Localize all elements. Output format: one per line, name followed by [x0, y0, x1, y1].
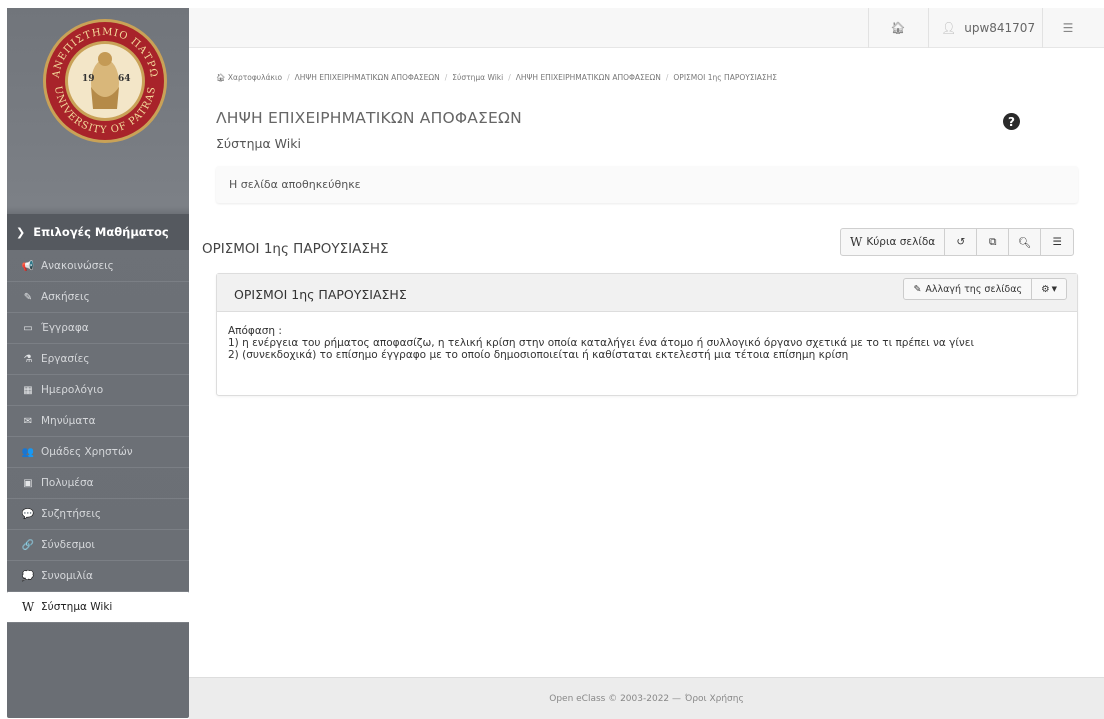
envelope-icon: ✉: [23, 415, 33, 427]
course-menu-label: Επιλογές Μαθήματος: [33, 225, 169, 239]
breadcrumb-separator: /: [287, 73, 290, 82]
user-icon: 👤︎: [941, 21, 957, 35]
flask-icon: ⚗: [23, 353, 33, 365]
calendar-icon: ▦: [23, 384, 33, 396]
history-icon: ↺: [956, 236, 966, 248]
sidebar-item-label: Εργασίες: [41, 353, 90, 365]
top-bar: 🏠︎ 👤︎ upw841707 ☰: [189, 8, 1104, 48]
sidebar-item-label: Ομάδες Χρηστών: [41, 446, 133, 458]
recent-changes-icon: ⧉: [988, 235, 997, 248]
seal-year-right: 64: [118, 74, 131, 84]
university-seal-logo[interactable]: ΠΑΝΕΠΙΣΤΗΜΙΟ ΠΑΤΡΩΝ UNIVERSITY OF PATRAS…: [41, 17, 169, 145]
chevron-down-icon: ❯: [16, 225, 26, 239]
username: upw841707: [964, 21, 1036, 35]
footer: Open eClass © 2003-2022 — Όροι Χρήσης: [189, 677, 1104, 719]
sidebar: ΠΑΝΕΠΙΣΤΗΜΙΟ ΠΑΤΡΩΝ UNIVERSITY OF PATRAS…: [7, 8, 189, 718]
help-icon[interactable]: ?: [1003, 113, 1020, 130]
panel-actions: ✎ Αλλαγή της σελίδας ⚙ ▼: [903, 278, 1067, 300]
breadcrumb-separator: /: [508, 73, 511, 82]
seal-year-left: 19: [82, 74, 95, 84]
wikipedia-icon: W: [850, 235, 863, 249]
user-menu[interactable]: 👤︎ upw841707: [929, 8, 1041, 48]
breadcrumb-separator: /: [444, 73, 448, 82]
body-line: Απόφαση :: [228, 325, 282, 337]
wiki-page-panel: ΟΡΙΣΜΟΙ 1ης ΠΑΡΟΥΣΙΑΣΗΣ ✎ Αλλαγή της σελ…: [216, 273, 1078, 396]
list-icon: ☰: [1052, 236, 1062, 248]
main-page-button[interactable]: W Κύρια σελίδα: [841, 229, 946, 255]
sidebar-item-label: Συζητήσεις: [41, 508, 102, 520]
sidebar-item-2[interactable]: ▭ Έγγραφα: [7, 313, 189, 344]
caret-down-icon: ▼: [1051, 285, 1057, 293]
sidebar-item-1[interactable]: ✎ Ασκήσεις: [7, 282, 189, 313]
link-icon: 🔗: [21, 539, 35, 551]
breadcrumb-item: ΟΡΙΣΜΟΙ 1ης ΠΑΡΟΥΣΙΑΣΗΣ: [673, 73, 778, 82]
breadcrumb-item[interactable]: ΛΗΨΗ ΕΠΙΧΕΙΡΗΜΑΤΙΚΩΝ ΑΠΟΦΑΣΕΩΝ: [516, 73, 661, 82]
breadcrumb: 🏠︎ Χαρτοφυλάκιο / ΛΗΨΗ ΕΠΙΧΕΙΡΗΜΑΤΙΚΩΝ ΑΠΟ…: [216, 73, 777, 82]
settings-button[interactable]: ☰: [1043, 8, 1093, 48]
wikipedia-icon: W: [21, 600, 35, 614]
sidebar-item-3[interactable]: ⚗ Εργασίες: [7, 344, 189, 375]
edit-page-button[interactable]: ✎ Αλλαγή της σελίδας: [904, 279, 1033, 299]
success-alert: Η σελίδα αποθηκεύθηκε: [216, 166, 1078, 203]
breadcrumb-item[interactable]: Σύστημα Wiki: [452, 73, 503, 82]
body-line: 2) (συνεκδοχικά) το επίσημο έγγραφο με τ…: [228, 349, 849, 361]
sidebar-item-label: Συνομιλία: [41, 570, 93, 582]
course-menu: 📢 Ανακοινώσεις ✎ Ασκήσεις ▭ Έγγραφα ⚗ Εργασίες ▦…: [7, 251, 189, 623]
panel-heading: ΟΡΙΣΜΟΙ 1ης ΠΑΡΟΥΣΙΑΣΗΣ ✎ Αλλαγή της σελ…: [217, 274, 1077, 312]
gear-icon: ⚙: [1041, 283, 1050, 295]
folder-icon: ▭: [23, 322, 33, 334]
edit-icon: ✎: [23, 291, 33, 303]
list-button[interactable]: ☰: [1041, 229, 1073, 255]
sidebar-item-label: Μηνύματα: [41, 415, 96, 427]
breadcrumb-item[interactable]: ΛΗΨΗ ΕΠΙΧΕΙΡΗΜΑΤΙΚΩΝ ΑΠΟΦΑΣΕΩΝ: [295, 73, 440, 82]
home-icon: 🏠︎: [890, 21, 906, 35]
breadcrumb-item[interactable]: Χαρτοφυλάκιο: [228, 73, 282, 82]
recent-changes-button[interactable]: ⧉: [977, 229, 1010, 255]
sidebar-item-4[interactable]: ▦ Ημερολόγιο: [7, 375, 189, 406]
sidebar-item-11[interactable]: W Σύστημα Wiki: [7, 592, 189, 623]
sidebar-item-label: Σύνδεσμοι: [41, 539, 95, 551]
logo-area: ΠΑΝΕΠΙΣΤΗΜΙΟ ΠΑΤΡΩΝ UNIVERSITY OF PATRAS…: [7, 8, 189, 206]
main-page-label: Κύρια σελίδα: [866, 236, 936, 248]
megaphone-icon: 📢: [21, 260, 35, 272]
home-button[interactable]: 🏠︎: [869, 8, 927, 48]
sidebar-item-label: Ημερολόγιο: [41, 384, 104, 396]
sidebar-item-8[interactable]: 💬 Συζητήσεις: [7, 499, 189, 530]
sidebar-item-0[interactable]: 📢 Ανακοινώσεις: [7, 251, 189, 282]
page-subtitle: Σύστημα Wiki: [216, 136, 301, 151]
page-options-dropdown[interactable]: ⚙ ▼: [1032, 279, 1066, 299]
wiki-page-title: ΟΡΙΣΜΟΙ 1ης ΠΑΡΟΥΣΙΑΣΗΣ: [202, 241, 389, 257]
sidebar-item-7[interactable]: ▣ Πολυμέσα: [7, 468, 189, 499]
wiki-page-body: Απόφαση :1) η ενέργεια του ρήματος αποφα…: [217, 312, 1077, 374]
users-icon: 👥: [21, 446, 35, 458]
body-line: 1) η ενέργεια του ρήματος αποφασίζω, η τ…: [228, 337, 975, 349]
terms-link[interactable]: Όροι Χρήσης: [685, 694, 744, 704]
panel-title: ΟΡΙΣΜΟΙ 1ης ΠΑΡΟΥΣΙΑΣΗΣ: [234, 287, 407, 302]
home-icon: 🏠︎: [216, 73, 228, 82]
search-button[interactable]: 🔍︎: [1009, 229, 1042, 255]
course-menu-header[interactable]: ❯ Επιλογές Μαθήματος: [7, 214, 189, 250]
sidebar-item-9[interactable]: 🔗 Σύνδεσμοι: [7, 530, 189, 561]
breadcrumb-separator: /: [665, 73, 669, 82]
chat-icon: 💭: [21, 570, 35, 582]
sidebar-item-6[interactable]: 👥 Ομάδες Χρηστών: [7, 437, 189, 468]
sidebar-item-10[interactable]: 💭 Συνομιλία: [7, 561, 189, 592]
history-button[interactable]: ↺: [945, 229, 978, 255]
sidebar-item-label: Ασκήσεις: [41, 291, 90, 303]
wiki-toolbar: W Κύρια σελίδα ↺ ⧉ 🔍︎ ☰: [840, 228, 1075, 256]
film-icon: ▣: [23, 477, 33, 489]
page-title: ΛΗΨΗ ΕΠΙΧΕΙΡΗΜΑΤΙΚΩΝ ΑΠΟΦΑΣΕΩΝ: [216, 109, 522, 127]
edit-page-label: Αλλαγή της σελίδας: [925, 283, 1023, 295]
sidebar-item-label: Πολυμέσα: [41, 477, 94, 489]
sidebar-item-label: Έγγραφα: [41, 322, 89, 334]
sidebar-item-label: Σύστημα Wiki: [41, 601, 113, 613]
footer-copyright: Open eClass © 2003-2022 —: [549, 693, 682, 704]
comments-icon: 💬: [21, 508, 35, 520]
sidebar-item-label: Ανακοινώσεις: [41, 260, 114, 272]
sidebar-item-5[interactable]: ✉ Μηνύματα: [7, 406, 189, 437]
search-icon: 🔍︎: [1018, 236, 1032, 249]
sliders-icon: ☰: [1062, 21, 1074, 35]
edit-icon: ✎: [913, 283, 922, 295]
